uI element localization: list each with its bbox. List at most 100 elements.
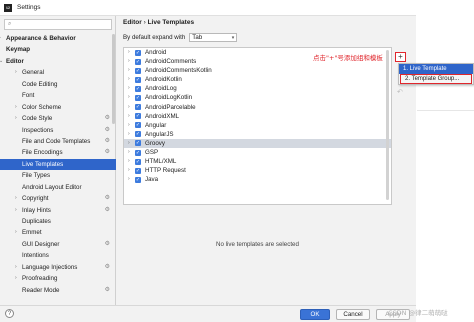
group-checkbox[interactable]: ✓	[135, 113, 141, 120]
group-checkbox[interactable]: ✓	[135, 149, 141, 156]
group-checkbox[interactable]: ✓	[135, 176, 141, 183]
sidebar-item-label: Intentions	[22, 252, 49, 260]
group-checkbox[interactable]: ✓	[135, 67, 141, 74]
sidebar-item-reader-mode[interactable]: Reader Mode ⚙	[0, 285, 116, 296]
sidebar-item-emmet[interactable]: › Emmet	[0, 227, 116, 238]
sidebar-item-keymap[interactable]: Keymap	[0, 44, 116, 55]
template-group-row[interactable]: › ✓ AngularJS	[124, 130, 391, 139]
template-group-row[interactable]: › ✓ AndroidLogKotlin	[124, 93, 391, 102]
chevron-right-icon[interactable]: ›	[15, 262, 17, 273]
chevron-right-icon[interactable]: ›	[128, 139, 130, 148]
chevron-right-icon[interactable]: ›	[128, 66, 130, 75]
sidebar-item-color-scheme[interactable]: › Color Scheme	[0, 102, 116, 113]
group-checkbox[interactable]: ✓	[135, 94, 141, 101]
chevron-right-icon[interactable]: ›	[15, 102, 17, 113]
group-checkbox[interactable]: ✓	[135, 76, 141, 83]
menu-item-template-group[interactable]: 2. Template Group...	[400, 74, 472, 84]
expand-with-select[interactable]: Tab ▾	[189, 33, 238, 42]
chevron-right-icon[interactable]: ›	[128, 130, 130, 139]
project-settings-icon: ⚙	[104, 195, 110, 202]
chevron-right-icon[interactable]: ›	[128, 48, 130, 57]
intellij-app-icon: IJ	[4, 3, 12, 12]
chevron-right-icon[interactable]: ›	[15, 227, 17, 238]
project-settings-icon: ⚙	[104, 149, 110, 156]
cancel-button[interactable]: Cancel	[336, 309, 370, 320]
chevron-right-icon[interactable]: ›	[0, 33, 1, 44]
sidebar-item-file-encodings[interactable]: File Encodings ⚙	[0, 147, 116, 158]
settings-search-input[interactable]: ⌕	[4, 19, 112, 30]
sidebar-item-label: Code Style	[22, 115, 53, 123]
chevron-right-icon[interactable]: ›	[15, 205, 17, 216]
background-divider	[417, 110, 474, 111]
chevron-right-icon[interactable]: ›	[15, 193, 17, 204]
chevron-right-icon[interactable]: ›	[128, 103, 130, 112]
sidebar-scrollbar[interactable]	[112, 34, 115, 124]
chevron-right-icon[interactable]: ›	[15, 67, 17, 78]
breadcrumb: Editor › Live Templates	[123, 19, 194, 26]
group-checkbox[interactable]: ✓	[135, 58, 141, 65]
sidebar-item-inlay-hints[interactable]: › Inlay Hints ⚙	[0, 205, 116, 216]
settings-sidebar: ⌕ ›Appearance & BehaviorKeymap⌄Editor›Ge…	[0, 16, 116, 306]
template-group-row[interactable]: › ✓ AndroidXML	[124, 112, 391, 121]
sidebar-item-duplicates[interactable]: Duplicates	[0, 216, 116, 227]
template-group-row[interactable]: › ✓ GSP	[124, 148, 391, 157]
sidebar-item-inspections[interactable]: Inspections ⚙	[0, 125, 116, 136]
chevron-right-icon[interactable]: ›	[128, 157, 130, 166]
sidebar-item-code-editing[interactable]: Code Editing	[0, 79, 116, 90]
help-button[interactable]: ?	[5, 309, 14, 318]
chevron-right-icon[interactable]: ›	[128, 166, 130, 175]
chevron-right-icon[interactable]: ›	[128, 75, 130, 84]
sidebar-item-editor[interactable]: ⌄ Editor	[0, 56, 116, 67]
sidebar-item-proofreading[interactable]: › Proofreading	[0, 273, 116, 284]
menu-item-live-template[interactable]: 1. Live Template	[399, 64, 473, 74]
group-checkbox[interactable]: ✓	[135, 158, 141, 165]
breadcrumb-parent[interactable]: Editor	[123, 19, 142, 26]
sidebar-item-appearance-behavior[interactable]: › Appearance & Behavior	[0, 33, 116, 44]
group-checkbox[interactable]: ✓	[135, 131, 141, 138]
template-list-scrollbar[interactable]	[386, 50, 389, 200]
group-checkbox[interactable]: ✓	[135, 104, 141, 111]
window-title: Settings	[17, 4, 41, 11]
ok-button[interactable]: OK	[300, 309, 330, 320]
group-checkbox[interactable]: ✓	[135, 85, 141, 92]
chevron-right-icon[interactable]: ›	[15, 113, 17, 124]
sidebar-item-file-and-code-templates[interactable]: File and Code Templates ⚙	[0, 136, 116, 147]
sidebar-item-label: General	[22, 69, 45, 77]
template-group-row[interactable]: › ✓ Java	[124, 175, 391, 184]
sidebar-item-intentions[interactable]: Intentions	[0, 250, 116, 261]
sidebar-item-copyright[interactable]: › Copyright ⚙	[0, 193, 116, 204]
chevron-down-icon[interactable]: ⌄	[0, 56, 3, 67]
group-checkbox[interactable]: ✓	[135, 167, 141, 174]
template-group-row[interactable]: › ✓ Groovy	[124, 138, 391, 149]
sidebar-item-file-types[interactable]: File Types	[0, 170, 116, 181]
template-group-row[interactable]: › ✓ AndroidParcelable	[124, 103, 391, 112]
chevron-right-icon[interactable]: ›	[128, 112, 130, 121]
template-group-row[interactable]: › ✓ Angular	[124, 121, 391, 130]
sidebar-item-language-injections[interactable]: › Language Injections ⚙	[0, 262, 116, 273]
add-template-button[interactable]: +	[395, 52, 406, 62]
sidebar-item-live-templates[interactable]: Live Templates	[0, 158, 116, 171]
chevron-right-icon[interactable]: ›	[15, 273, 17, 284]
sidebar-item-gui-designer[interactable]: GUI Designer ⚙	[0, 239, 116, 250]
group-checkbox[interactable]: ✓	[135, 49, 141, 56]
chevron-right-icon[interactable]: ›	[128, 148, 130, 157]
chevron-right-icon[interactable]: ›	[128, 84, 130, 93]
template-group-row[interactable]: › ✓ HTML/XML	[124, 157, 391, 166]
sidebar-item-general[interactable]: › General	[0, 67, 116, 78]
chevron-right-icon[interactable]: ›	[128, 121, 130, 130]
sidebar-item-code-style[interactable]: › Code Style ⚙	[0, 113, 116, 124]
undo-icon[interactable]: ↶	[397, 88, 403, 96]
template-group-row[interactable]: › ✓ HTTP Request	[124, 166, 391, 175]
sidebar-item-font[interactable]: Font	[0, 90, 116, 101]
template-group-row[interactable]: › ✓ AndroidLog	[124, 84, 391, 93]
chevron-right-icon[interactable]: ›	[128, 93, 130, 102]
chevron-right-icon[interactable]: ›	[128, 57, 130, 66]
group-checkbox[interactable]: ✓	[135, 122, 141, 129]
sidebar-item-android-layout-editor[interactable]: Android Layout Editor	[0, 182, 116, 193]
sidebar-item-label: Editor	[6, 57, 24, 65]
group-checkbox[interactable]: ✓	[135, 140, 141, 147]
template-group-row[interactable]: › ✓ AndroidCommentsKotlin	[124, 66, 391, 75]
template-group-row[interactable]: › ✓ AndroidKotlin	[124, 75, 391, 84]
chevron-right-icon[interactable]: ›	[128, 175, 130, 184]
expand-with-label: By default expand with	[123, 34, 186, 41]
